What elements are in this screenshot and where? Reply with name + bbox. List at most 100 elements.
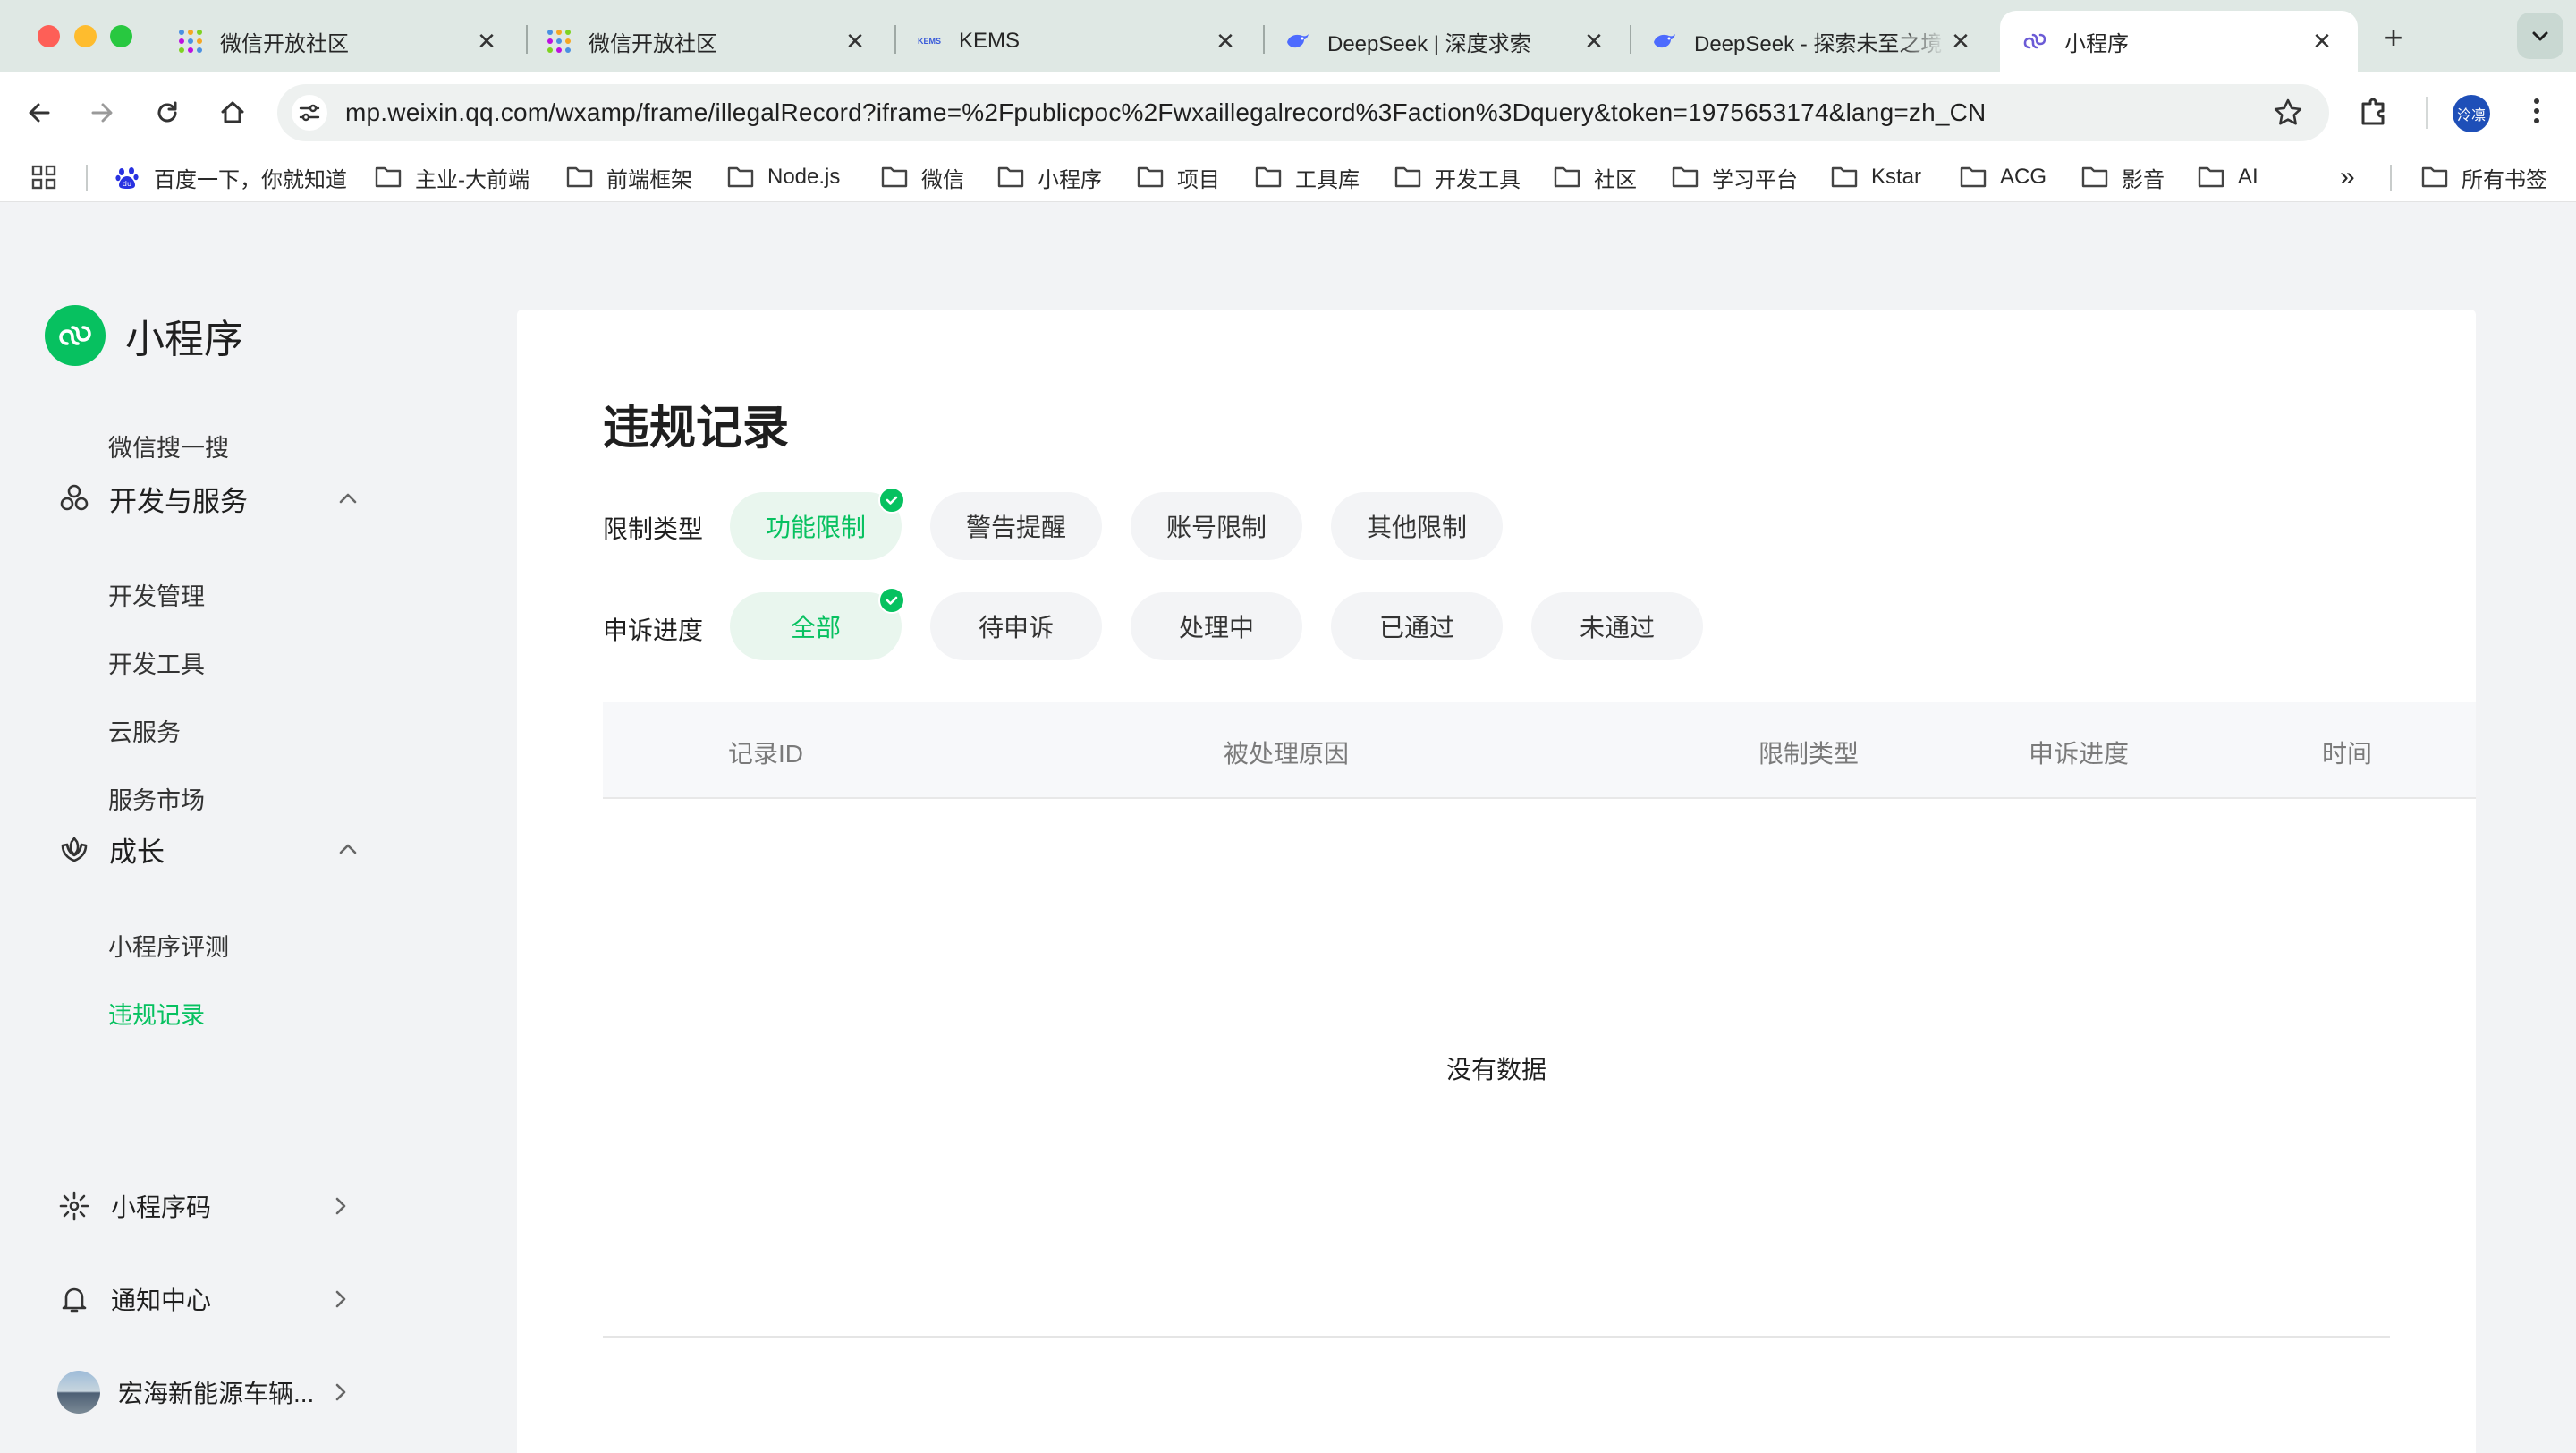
browser-tab[interactable]: DeepSeek - 探索未至之境 ✕: [1630, 11, 1996, 72]
tab-close-icon[interactable]: ✕: [841, 27, 869, 55]
sidebar-item-dev-management[interactable]: 开发管理: [108, 577, 205, 612]
filter-chip-warning[interactable]: 警告提醒: [930, 492, 1102, 560]
filter-chip-processing[interactable]: 处理中: [1131, 592, 1302, 660]
address-bar[interactable]: mp.weixin.qq.com/wxamp/frame/illegalReco…: [277, 84, 2329, 141]
bookmark-folder[interactable]: 项目: [1136, 159, 1220, 195]
bookmark-folder[interactable]: 小程序: [996, 159, 1102, 195]
bookmark-label: 影音: [2122, 167, 2165, 192]
folder-icon: [880, 163, 909, 191]
extensions-puzzle-icon[interactable]: [2356, 93, 2392, 133]
browser-toolbar: mp.weixin.qq.com/wxamp/frame/illegalReco…: [0, 72, 2576, 154]
chip-label: 已通过: [1378, 614, 1454, 642]
bookmark-label: 小程序: [1038, 167, 1102, 192]
bookmark-folder[interactable]: 主业-大前端: [374, 159, 530, 195]
bookmark-folder[interactable]: AI: [2197, 159, 2258, 195]
bookmark-label: 学习平台: [1712, 167, 1798, 192]
miniprogram-logo-icon: [45, 305, 106, 366]
url-text[interactable]: mp.weixin.qq.com/wxamp/frame/illegalReco…: [345, 98, 1986, 127]
tab-close-icon[interactable]: ✕: [472, 27, 501, 55]
wechat-community-icon: [177, 28, 204, 55]
bookmark-label: 社区: [1594, 167, 1637, 192]
folder-icon: [1830, 163, 1859, 191]
sidebar-group-dev-services[interactable]: 开发与服务: [57, 476, 361, 521]
forward-arrow-icon[interactable]: [80, 91, 123, 134]
filter-chip-other-restriction[interactable]: 其他限制: [1331, 492, 1503, 560]
bookmark-folder[interactable]: Kstar: [1830, 159, 1921, 195]
chip-label: 待申诉: [978, 614, 1054, 642]
bookmark-label: 开发工具: [1435, 167, 1521, 192]
sidebar-item-violations[interactable]: 违规记录: [108, 996, 205, 1031]
browser-tab[interactable]: 微信开放社区 ✕: [156, 11, 522, 72]
sidebar-group-growth[interactable]: 成长: [57, 827, 361, 871]
window-close-button[interactable]: [38, 25, 60, 47]
bookmark-label: 百度一下，你就知道: [154, 167, 347, 192]
reload-icon[interactable]: [146, 91, 189, 134]
chevron-up-icon[interactable]: [335, 836, 361, 870]
chevron-up-icon[interactable]: [335, 485, 361, 519]
bookmark-folder[interactable]: Node.js: [726, 159, 840, 195]
tab-close-icon[interactable]: ✕: [1211, 27, 1240, 55]
sidebar-item-evaluation[interactable]: 小程序评测: [108, 928, 229, 963]
bookmark-folder[interactable]: 开发工具: [1394, 159, 1521, 195]
svg-text:du: du: [123, 180, 131, 188]
profile-avatar[interactable]: 泠凛: [2453, 95, 2490, 132]
browser-tab-active[interactable]: 小程序 ✕: [2000, 11, 2358, 72]
bookmark-star-icon[interactable]: [2272, 97, 2304, 133]
filter-chip-function-restriction[interactable]: 功能限制: [730, 487, 905, 560]
browser-tab[interactable]: KEMS KEMS ✕: [894, 11, 1261, 72]
bookmark-folder[interactable]: 前端框架: [565, 159, 692, 195]
filter-chip-account-restriction[interactable]: 账号限制: [1131, 492, 1302, 560]
bookmarks-overflow-button[interactable]: »: [2340, 159, 2355, 195]
deepseek-whale-icon: [1651, 28, 1678, 55]
apps-grid-icon[interactable]: [30, 159, 57, 195]
browser-tab[interactable]: 微信开放社区 ✕: [524, 11, 891, 72]
more-menu-icon[interactable]: [2519, 93, 2555, 133]
sidebar-account[interactable]: 宏海新能源车辆...: [57, 1370, 352, 1415]
bookmark-folder[interactable]: 微信: [880, 159, 964, 195]
bookmark-folder[interactable]: 影音: [2080, 159, 2165, 195]
folder-icon: [726, 163, 755, 191]
sidebar-item-qrcode[interactable]: 小程序码: [57, 1184, 352, 1228]
filter-chip-approved[interactable]: 已通过: [1331, 592, 1503, 660]
bookmark-folder[interactable]: 学习平台: [1671, 159, 1798, 195]
all-bookmarks-button[interactable]: 所有书签: [2420, 159, 2547, 195]
main-panel: 违规记录 限制类型 功能限制 警告提醒 账号限制 其他限制 申诉进度 全部 待申…: [517, 310, 2476, 1453]
filter-chip-pending-appeal[interactable]: 待申诉: [930, 592, 1102, 660]
bookmark-folder[interactable]: ACG: [1959, 159, 2046, 195]
sidebar-item-market[interactable]: 服务市场: [108, 781, 205, 816]
sidebar-item-dev-tools[interactable]: 开发工具: [108, 645, 205, 680]
sidebar-group-label: 开发与服务: [109, 485, 248, 517]
new-tab-button[interactable]: +: [2374, 18, 2413, 57]
bookmark-folder[interactable]: 工具库: [1254, 159, 1360, 195]
back-arrow-icon[interactable]: [18, 91, 61, 134]
brand[interactable]: 小程序: [45, 305, 243, 366]
bookmark-folder[interactable]: 社区: [1553, 159, 1637, 195]
home-icon[interactable]: [211, 91, 254, 134]
check-icon: [878, 487, 905, 514]
sidebar-item-wechat-search[interactable]: 微信搜一搜: [108, 429, 229, 463]
empty-state-text: 没有数据: [1445, 1056, 1546, 1083]
bookmark-label: 微信: [921, 167, 964, 192]
tab-title: DeepSeek | 深度求索: [1327, 31, 1531, 56]
tab-close-icon[interactable]: ✕: [2308, 27, 2336, 55]
bookmark-baidu[interactable]: du 百度一下，你就知道: [113, 159, 347, 195]
tab-search-chevron-down-icon[interactable]: [2517, 13, 2563, 59]
kems-icon: KEMS: [917, 37, 941, 46]
bookmark-label: Kstar: [1871, 165, 1922, 189]
sidebar-item-notifications[interactable]: 通知中心: [57, 1277, 352, 1321]
bookmarks-divider: [86, 165, 88, 191]
sidebar-item-cloud[interactable]: 云服务: [108, 713, 181, 748]
table-header: 记录ID 被处理原因 限制类型 申诉进度 时间 违: [603, 702, 2476, 799]
folder-icon: [1394, 163, 1422, 191]
chip-label: 全部: [790, 614, 841, 642]
filter-chip-all[interactable]: 全部: [730, 587, 905, 660]
window-minimize-button[interactable]: [74, 25, 97, 47]
window-zoom-button[interactable]: [110, 25, 132, 47]
tab-close-icon[interactable]: ✕: [1580, 27, 1608, 55]
browser-tab[interactable]: DeepSeek | 深度求索 ✕: [1263, 11, 1630, 72]
tab-close-icon[interactable]: ✕: [1946, 27, 1975, 55]
filter-chip-rejected[interactable]: 未通过: [1531, 592, 1703, 660]
folder-icon: [565, 163, 594, 191]
account-name: 宏海新能源车辆...: [118, 1380, 315, 1407]
site-settings-icon[interactable]: [292, 95, 327, 131]
